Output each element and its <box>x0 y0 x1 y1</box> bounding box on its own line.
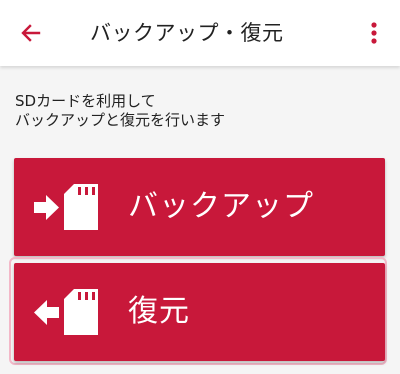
arrow-into-sd-card-icon <box>34 184 98 230</box>
backup-button-label: バックアップ <box>128 189 314 224</box>
description-text: SDカードを利用して バックアップと復元を行います <box>15 92 225 130</box>
description-line-2: バックアップと復元を行います <box>15 111 226 129</box>
overflow-menu-button[interactable] <box>362 14 386 52</box>
restore-button[interactable]: 復元 <box>14 263 385 361</box>
back-button[interactable] <box>12 14 50 52</box>
arrow-left-icon <box>21 24 41 42</box>
more-vertical-icon <box>371 22 377 44</box>
page-title: バックアップ・復元 <box>90 21 284 45</box>
description-line-1: SDカードを利用して <box>15 92 156 110</box>
backup-button[interactable]: バックアップ <box>14 158 385 256</box>
restore-button-label: 復元 <box>128 294 190 329</box>
arrow-out-of-sd-card-icon <box>34 289 98 335</box>
app-bar: バックアップ・復元 <box>0 0 400 66</box>
